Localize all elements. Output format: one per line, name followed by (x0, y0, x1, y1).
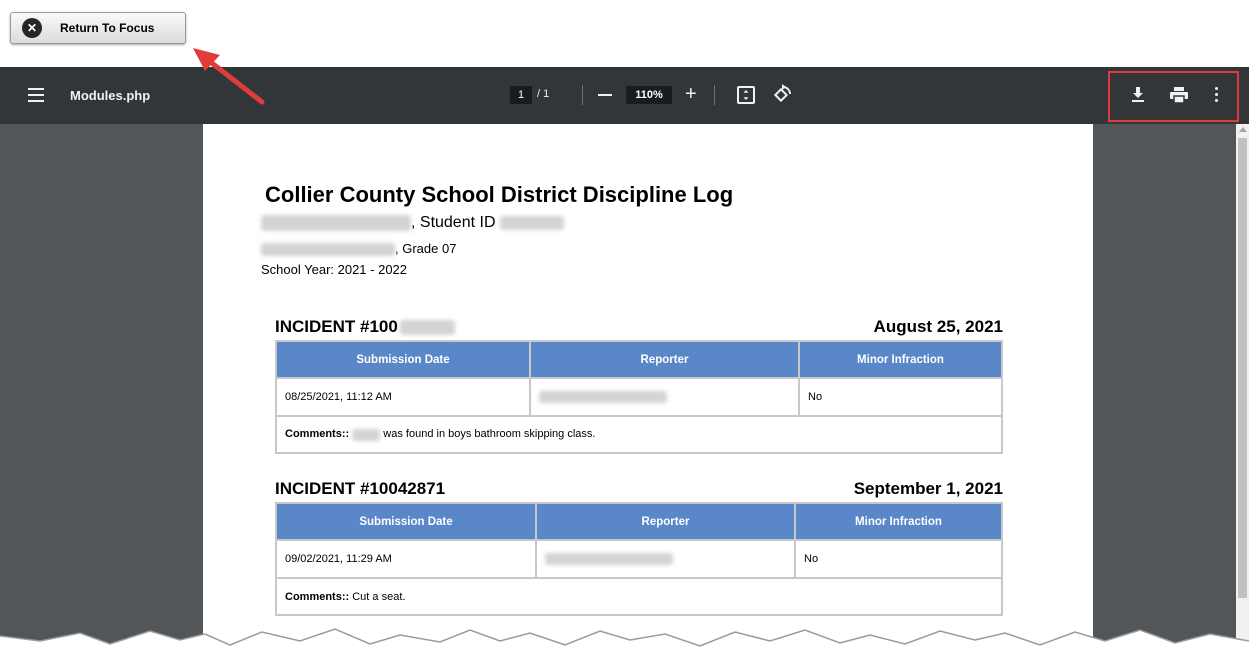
torn-edge (0, 628, 1249, 655)
